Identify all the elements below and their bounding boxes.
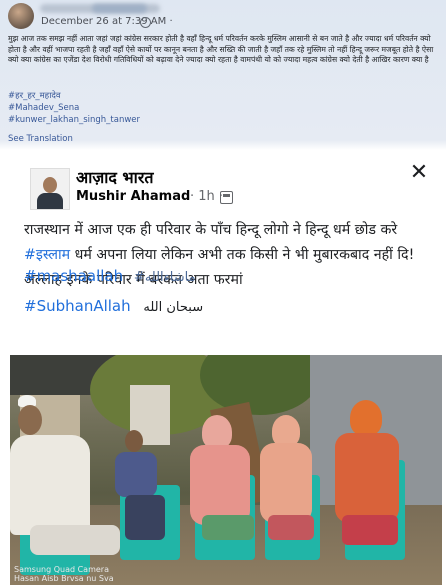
woman3-dress	[335, 433, 399, 523]
shared-screenshot-card[interactable]: आज़ाद भारत ✕ Mushir Ahamad · 1h · राजस्थ…	[0, 150, 446, 585]
post-body-text: मुझ आज तक समझ नहीं आता जहां जहां कांग्रे…	[8, 34, 434, 65]
see-translation-link[interactable]: See Translation	[8, 134, 73, 144]
hashtag-link[interactable]: #हर_हर_महादेव	[8, 90, 140, 102]
woman1-salwar	[202, 515, 254, 540]
boy-shirt	[115, 452, 157, 497]
hashtag-link[interactable]: #kunwer_lakhan_singh_tanwer	[8, 114, 140, 126]
hashtag-mashaallah-arabic[interactable]: #ماشاءالله	[134, 270, 196, 285]
hashtag-link[interactable]: #Mahadev_Sena	[8, 102, 140, 114]
camera-watermark: Samsung Quad Camera Hasan Aisb Brvsa nu …	[14, 565, 114, 583]
post-author-name-blurred-2	[92, 4, 147, 13]
boy-pants	[125, 495, 165, 540]
page-icon	[220, 191, 233, 204]
watermark-line-1: Samsung Quad Camera	[14, 565, 109, 574]
shared-text-part-1: राजस्थान में आज एक ही परिवार के पाँच हिन…	[24, 222, 398, 238]
hashtag-subhanallah[interactable]: #SubhanAllah	[24, 297, 131, 315]
hashtag-line-mashaallah: #mashaallah #ماشاءالله	[24, 267, 196, 285]
profile-body	[37, 193, 63, 209]
post-date-separator: ·	[169, 16, 173, 27]
woman3-scarf	[350, 400, 382, 436]
woman3-salwar	[342, 515, 398, 545]
woman2-salwar	[268, 515, 314, 540]
subhanallah-arabic-text: سبحان الله	[143, 300, 204, 315]
woman1-scarf	[202, 415, 232, 449]
page-title[interactable]: आज़ाद भारत	[76, 166, 154, 188]
man-head	[18, 405, 42, 435]
watermark-line-2: Hasan Aisb Brvsa nu Sva	[14, 574, 114, 583]
man-legs	[30, 525, 120, 555]
boy-head	[125, 430, 143, 452]
page-profile-picture[interactable]	[30, 168, 70, 210]
man-kurta	[10, 435, 90, 535]
globe-icon	[140, 17, 151, 28]
family-photo[interactable]: Samsung Quad Camera Hasan Aisb Brvsa nu …	[10, 355, 442, 585]
profile-head	[43, 177, 57, 193]
post-meta: · 1h ·	[190, 189, 224, 204]
poster-name[interactable]: Mushir Ahamad	[76, 189, 190, 204]
screenshot-frame: December 26 at 7:39 AM · मुझ आज तक समझ न…	[0, 0, 446, 585]
post-hashtags: #हर_हर_महादेव #Mahadev_Sena #kunwer_lakh…	[8, 90, 140, 126]
hashtag-islam[interactable]: #इस्लाम	[24, 247, 70, 263]
woman2-dress	[260, 443, 312, 523]
close-icon[interactable]: ✕	[408, 162, 430, 184]
post-author-avatar[interactable]	[8, 3, 34, 29]
hashtag-mashaallah[interactable]: #mashaallah	[24, 267, 123, 285]
post-timestamp[interactable]: December 26 at 7:39 AM ·	[41, 16, 173, 27]
hashtag-line-subhanallah: #SubhanAllah سبحان الله	[24, 297, 203, 315]
woman1-dress	[190, 445, 250, 525]
